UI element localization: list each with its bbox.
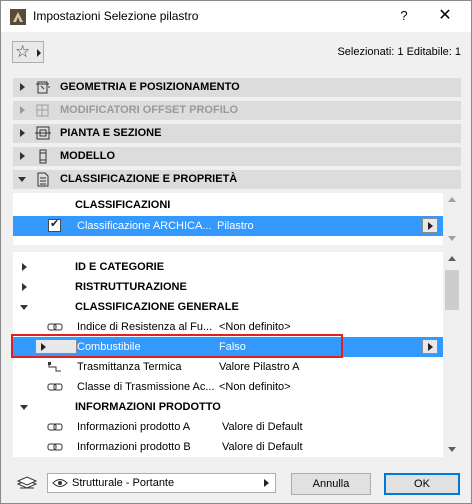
property-value-dropdown-button[interactable] <box>422 339 438 354</box>
expanded-arrow-icon <box>20 405 28 410</box>
panel-label: PIANTA E SEZIONE <box>60 127 162 139</box>
property-value: Valore Pilastro A <box>219 361 300 373</box>
classification-checkbox[interactable] <box>48 217 61 232</box>
profile-offset-icon <box>36 104 49 117</box>
star-icon: ☆ <box>15 42 31 61</box>
property-row[interactable]: Classe di Trasmissione Ac... <Non defini… <box>13 377 443 397</box>
collapsed-arrow-icon <box>20 129 25 137</box>
panel-label: GEOMETRIA E POSIZIONAMENTO <box>60 81 240 93</box>
collapsed-arrow-icon <box>20 83 25 91</box>
group-label: ID E CATEGORIE <box>75 261 165 273</box>
panel-floor-plan-section[interactable]: PIANTA E SEZIONE <box>13 124 461 143</box>
collapsed-arrow-icon <box>20 106 25 114</box>
property-row[interactable]: Informazioni prodotto B Valore di Defaul… <box>13 437 443 457</box>
property-name: Informazioni prodotto B <box>77 441 191 453</box>
panel-label: MODIFICATORI OFFSET PROFILO <box>60 104 239 116</box>
property-value: Valore di Default <box>222 441 303 453</box>
group-label: RISTRUTTURAZIONE <box>75 281 187 293</box>
group-label: CLASSIFICAZIONE GENERALE <box>75 301 239 313</box>
help-button[interactable]: ? <box>397 6 411 26</box>
collapsed-arrow-icon <box>22 283 27 291</box>
group-label: INFORMAZIONI PRODOTTO <box>75 401 221 413</box>
classifications-list: CLASSIFICAZIONI Classificazione ARCHICA.… <box>13 193 443 245</box>
properties-scrollbar[interactable] <box>443 252 461 457</box>
classifications-heading-row: CLASSIFICAZIONI <box>13 195 443 215</box>
classification-dropdown-button[interactable] <box>422 218 438 233</box>
property-value: Valore di Default <box>222 421 303 433</box>
classification-row[interactable]: Classificazione ARCHICA... Pilastro <box>13 216 443 236</box>
classification-name: Classificazione ARCHICA... <box>77 220 212 232</box>
scroll-down-arrow-icon[interactable] <box>448 236 456 241</box>
panel-geometry-positioning[interactable]: GEOMETRIA E POSIZIONAMENTO <box>13 78 461 97</box>
property-name: Informazioni prodotto A <box>77 421 191 433</box>
property-name: Trasmittanza Termica <box>77 361 182 373</box>
eye-icon <box>52 479 68 487</box>
panel-label: MODELLO <box>60 150 115 162</box>
panel-model[interactable]: MODELLO <box>13 147 461 166</box>
close-button[interactable]: ✕ <box>433 5 457 27</box>
link-icon <box>47 383 63 391</box>
expanded-arrow-icon <box>18 177 26 182</box>
link-icon <box>47 423 63 431</box>
title-bar: Impostazioni Selezione pilastro ? ✕ <box>1 1 471 32</box>
document-icon <box>37 172 49 187</box>
chevron-right-icon <box>37 49 41 57</box>
property-name: Classe di Trasmissione Ac... <box>77 381 215 393</box>
panel-label: CLASSIFICAZIONE E PROPRIETÀ <box>60 173 238 185</box>
favorites-button[interactable]: ☆ <box>12 41 44 63</box>
property-row[interactable]: Informazioni prodotto A Valore di Defaul… <box>13 417 443 437</box>
panel-classification-properties[interactable]: CLASSIFICAZIONE E PROPRIETÀ <box>13 170 461 189</box>
ok-button[interactable]: OK <box>384 473 460 495</box>
link-icon <box>47 443 63 451</box>
group-id-categories[interactable]: ID E CATEGORIE <box>13 257 443 277</box>
highlight-annotation <box>11 334 343 358</box>
classifications-scrollbar[interactable] <box>443 193 461 245</box>
property-value: <Non definito> <box>219 381 291 393</box>
group-general-classification[interactable]: CLASSIFICAZIONE GENERALE <box>13 297 443 317</box>
chevron-right-icon <box>264 479 269 487</box>
scroll-up-arrow-icon[interactable] <box>448 197 456 202</box>
window-title: Impostazioni Selezione pilastro <box>33 9 199 23</box>
collapsed-arrow-icon <box>20 152 25 160</box>
model-icon <box>39 149 47 164</box>
property-value: <Non definito> <box>219 321 291 333</box>
expanded-arrow-icon <box>20 305 28 310</box>
classification-value: Pilastro <box>217 220 254 232</box>
scroll-up-arrow-icon[interactable] <box>448 256 456 261</box>
property-name: Indice di Resistenza al Fu... <box>77 321 213 333</box>
cancel-button[interactable]: Annulla <box>291 473 371 495</box>
scroll-down-arrow-icon[interactable] <box>448 447 456 452</box>
scroll-thumb[interactable] <box>445 270 459 310</box>
floor-plan-icon <box>35 126 51 140</box>
classifications-heading: CLASSIFICAZIONI <box>75 199 171 211</box>
panel-profile-offset-modifiers: MODIFICATORI OFFSET PROFILO <box>13 101 461 120</box>
collapsed-arrow-icon <box>22 263 27 271</box>
property-row[interactable]: Trasmittanza Termica Valore Pilastro A <box>13 357 443 377</box>
view-option-label: Strutturale - Portante <box>72 477 175 489</box>
formula-link-icon <box>48 362 61 372</box>
archicad-app-icon <box>10 9 26 25</box>
group-renovation[interactable]: RISTRUTTURAZIONE <box>13 277 443 297</box>
group-product-info[interactable]: INFORMAZIONI PRODOTTO <box>13 397 443 417</box>
layers-icon <box>16 476 38 489</box>
selection-info: Selezionati: 1 Editabile: 1 <box>337 46 461 58</box>
link-icon <box>47 323 63 331</box>
structural-view-select[interactable]: Strutturale - Portante <box>47 473 276 493</box>
settings-dialog: Impostazioni Selezione pilastro ? ✕ ☆ Se… <box>0 0 472 504</box>
geometry-icon <box>36 81 50 94</box>
